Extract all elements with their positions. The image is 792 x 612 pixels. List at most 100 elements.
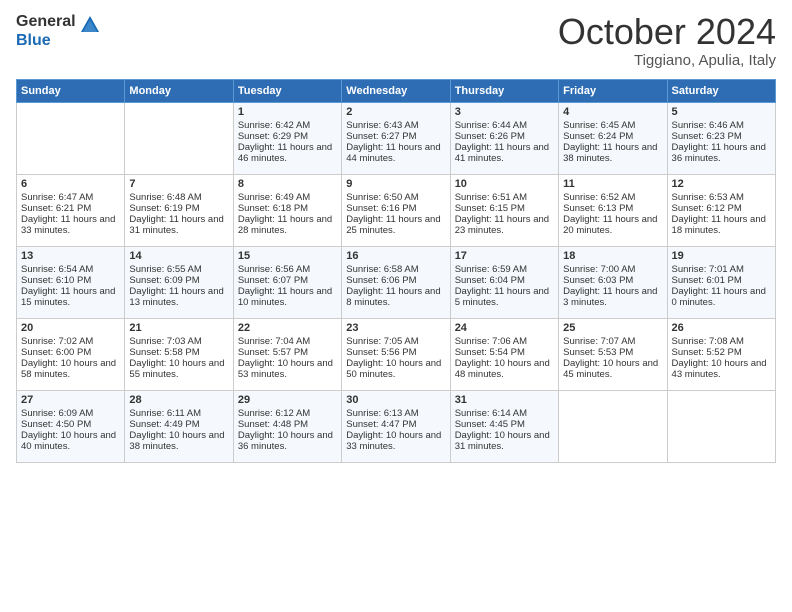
sunset-text: Sunset: 6:27 PM <box>346 131 445 142</box>
daylight-text: Daylight: 11 hours and 15 minutes. <box>21 286 120 308</box>
sunset-text: Sunset: 6:12 PM <box>672 203 771 214</box>
cell-3-6: 26Sunrise: 7:08 AMSunset: 5:52 PMDayligh… <box>667 318 775 390</box>
day-number: 12 <box>672 178 771 190</box>
sunset-text: Sunset: 6:07 PM <box>238 275 337 286</box>
cell-1-4: 10Sunrise: 6:51 AMSunset: 6:15 PMDayligh… <box>450 174 558 246</box>
cell-4-1: 28 Sunrise: 6:11 AMSunset: 4:49 PMDayligh… <box>125 390 233 462</box>
cell-4-6 <box>667 390 775 462</box>
sunset-text: Sunset: 6:23 PM <box>672 131 771 142</box>
cell-1-1: 7Sunrise: 6:48 AMSunset: 6:19 PMDaylight… <box>125 174 233 246</box>
daylight-text: Daylight: 11 hours and 44 minutes. <box>346 142 445 164</box>
cell-1-6: 12Sunrise: 6:53 AMSunset: 6:12 PMDayligh… <box>667 174 775 246</box>
day-number: 5 <box>672 106 771 118</box>
sunrise-text: Sunrise: 7:06 AM <box>455 336 554 347</box>
cell-4-0: 27 Sunrise: 6:09 AMSunset: 4:50 PMDayligh… <box>17 390 125 462</box>
cell-4-4: 31Sunrise: 6:14 AMSunset: 4:45 PMDayligh… <box>450 390 558 462</box>
cell-3-2: 22Sunrise: 7:04 AMSunset: 5:57 PMDayligh… <box>233 318 341 390</box>
header-monday: Monday <box>125 79 233 102</box>
logo-general: General <box>16 12 76 31</box>
day-number: 8 <box>238 178 337 190</box>
sunset-text: Sunset: 6:15 PM <box>455 203 554 214</box>
daylight-text: Daylight: 11 hours and 33 minutes. <box>21 214 120 236</box>
sunset-text: Sunset: 6:26 PM <box>455 131 554 142</box>
sunset-text: Sunset: 5:54 PM <box>455 347 554 358</box>
daylight-text: Daylight: 10 hours and 58 minutes. <box>21 358 120 380</box>
day-number: 7 <box>129 178 228 190</box>
daylight-text: Daylight: 10 hours and 40 minutes. <box>21 430 120 452</box>
daylight-text: Daylight: 11 hours and 46 minutes. <box>238 142 337 164</box>
cell-1-3: 9Sunrise: 6:50 AMSunset: 6:16 PMDaylight… <box>342 174 450 246</box>
cell-2-2: 15Sunrise: 6:56 AMSunset: 6:07 PMDayligh… <box>233 246 341 318</box>
logo-text: General Blue <box>16 12 76 50</box>
daylight-text: Daylight: 11 hours and 18 minutes. <box>672 214 771 236</box>
day-number: 23 <box>346 322 445 334</box>
cell-3-3: 23Sunrise: 7:05 AMSunset: 5:56 PMDayligh… <box>342 318 450 390</box>
sunset-text: Sunset: 6:01 PM <box>672 275 771 286</box>
sunrise-text: Sunrise: 6:49 AM <box>238 192 337 203</box>
sunrise-text: Sunrise: 6:13 AM <box>346 408 445 419</box>
sunrise-text: Sunrise: 6:11 AM <box>129 408 228 419</box>
week-row-5: 27Sunrise: 6:09 AMSunset: 4:50 PMDayligh… <box>17 390 776 462</box>
day-number: 4 <box>563 106 662 118</box>
cell-0-4: 3Sunrise: 6:44 AMSunset: 6:26 PMDaylight… <box>450 102 558 174</box>
daylight-text: Daylight: 11 hours and 41 minutes. <box>455 142 554 164</box>
day-number: 19 <box>672 250 771 262</box>
cell-0-5: 4Sunrise: 6:45 AMSunset: 6:24 PMDaylight… <box>559 102 667 174</box>
day-number: 27 <box>21 394 120 406</box>
sunset-text: Sunset: 6:24 PM <box>563 131 662 142</box>
cell-1-5: 11Sunrise: 6:52 AMSunset: 6:13 PMDayligh… <box>559 174 667 246</box>
day-number: 28 <box>129 394 228 406</box>
daylight-text: Daylight: 11 hours and 13 minutes. <box>129 286 228 308</box>
daylight-text: Daylight: 11 hours and 28 minutes. <box>238 214 337 236</box>
cell-2-4: 17Sunrise: 6:59 AMSunset: 6:04 PMDayligh… <box>450 246 558 318</box>
daylight-text: Daylight: 11 hours and 36 minutes. <box>672 142 771 164</box>
daylight-text: Daylight: 10 hours and 38 minutes. <box>129 430 228 452</box>
week-row-1: 1Sunrise: 6:42 AMSunset: 6:29 PMDaylight… <box>17 102 776 174</box>
header-saturday: Saturday <box>667 79 775 102</box>
header-sunday: Sunday <box>17 79 125 102</box>
sunrise-text: Sunrise: 6:14 AM <box>455 408 554 419</box>
cell-2-6: 19Sunrise: 7:01 AMSunset: 6:01 PMDayligh… <box>667 246 775 318</box>
sunset-text: Sunset: 6:13 PM <box>563 203 662 214</box>
logo-blue: Blue <box>16 31 76 50</box>
sunrise-text: Sunrise: 7:04 AM <box>238 336 337 347</box>
sunset-text: Sunset: 5:56 PM <box>346 347 445 358</box>
day-number: 11 <box>563 178 662 190</box>
cell-4-2: 29Sunrise: 6:12 AMSunset: 4:48 PMDayligh… <box>233 390 341 462</box>
sunset-text: Sunset: 4:49 PM <box>129 419 228 430</box>
header-wednesday: Wednesday <box>342 79 450 102</box>
cell-2-0: 13Sunrise: 6:54 AMSunset: 6:10 PMDayligh… <box>17 246 125 318</box>
header-thursday: Thursday <box>450 79 558 102</box>
sunrise-text: Sunrise: 6:59 AM <box>455 264 554 275</box>
daylight-text: Daylight: 11 hours and 5 minutes. <box>455 286 554 308</box>
daylight-text: Daylight: 11 hours and 25 minutes. <box>346 214 445 236</box>
logo-icon <box>79 14 101 41</box>
sunset-text: Sunset: 5:57 PM <box>238 347 337 358</box>
day-number: 20 <box>21 322 120 334</box>
sunrise-text: Sunrise: 6:43 AM <box>346 120 445 131</box>
day-number: 2 <box>346 106 445 118</box>
sunrise-text: Sunrise: 6:50 AM <box>346 192 445 203</box>
sunset-text: Sunset: 4:50 PM <box>21 419 120 430</box>
sunrise-text: Sunrise: 7:08 AM <box>672 336 771 347</box>
daylight-text: Daylight: 11 hours and 38 minutes. <box>563 142 662 164</box>
day-number: 29 <box>238 394 337 406</box>
sunrise-text: Sunrise: 6:44 AM <box>455 120 554 131</box>
sunrise-text: Sunrise: 6:47 AM <box>21 192 120 203</box>
daylight-text: Daylight: 11 hours and 0 minutes. <box>672 286 771 308</box>
day-number: 24 <box>455 322 554 334</box>
sunrise-text: Sunrise: 6:46 AM <box>672 120 771 131</box>
daylight-text: Daylight: 11 hours and 20 minutes. <box>563 214 662 236</box>
cell-3-5: 25Sunrise: 7:07 AMSunset: 5:53 PMDayligh… <box>559 318 667 390</box>
daylight-text: Daylight: 11 hours and 10 minutes. <box>238 286 337 308</box>
sunrise-text: Sunrise: 7:00 AM <box>563 264 662 275</box>
sunrise-text: Sunrise: 6:09 AM <box>21 408 120 419</box>
logo: General Blue <box>16 12 101 50</box>
sunset-text: Sunset: 4:47 PM <box>346 419 445 430</box>
cell-0-0 <box>17 102 125 174</box>
daylight-text: Daylight: 10 hours and 48 minutes. <box>455 358 554 380</box>
sunrise-text: Sunrise: 7:02 AM <box>21 336 120 347</box>
day-number: 26 <box>672 322 771 334</box>
sunset-text: Sunset: 5:52 PM <box>672 347 771 358</box>
sunset-text: Sunset: 6:00 PM <box>21 347 120 358</box>
